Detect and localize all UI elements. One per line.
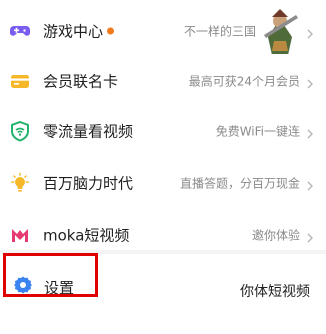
menu-item-subtitle: 不一样的三国 <box>183 24 256 39</box>
menu-item-subtitle: 免费WiFi一键连 <box>215 124 300 139</box>
chevron-right-icon <box>304 125 316 139</box>
menu-item-game-center[interactable]: 游戏中心 不一样的三国 <box>0 4 326 58</box>
menu-item-title: 会员联名卡 <box>43 72 119 91</box>
menu-item-zero-data-video[interactable]: 零流量看视频 免费WiFi一键连 <box>0 104 326 158</box>
watermark-text: 你体短视频 <box>240 284 310 300</box>
menu-item-member-card[interactable]: 会员联名卡 最高可获24个月会员 <box>0 54 326 108</box>
game-character-avatar <box>258 7 302 55</box>
card-icon <box>9 70 31 92</box>
highlight-box <box>3 253 98 297</box>
wifi-shield-icon <box>9 120 31 142</box>
menu-item-title: moka短视频 <box>43 226 130 245</box>
chevron-right-icon <box>304 229 316 243</box>
menu-item-title: 游戏中心 <box>43 21 115 42</box>
menu-item-subtitle: 邀你体验 <box>251 228 300 243</box>
menu-item-subtitle: 最高可获24个月会员 <box>188 74 300 89</box>
menu-item-subtitle: 直播答题，分百万现金 <box>179 176 300 191</box>
moka-logo-icon <box>9 224 31 246</box>
lightbulb-icon <box>9 172 31 194</box>
chevron-right-icon <box>304 25 316 39</box>
menu-item-million-brainpower[interactable]: 百万脑力时代 直播答题，分百万现金 <box>0 156 326 210</box>
chevron-right-icon <box>304 177 316 191</box>
menu-item-title: 百万脑力时代 <box>43 174 134 193</box>
game-controller-icon <box>9 20 31 42</box>
menu-item-title: 零流量看视频 <box>43 122 134 141</box>
notification-dot <box>107 27 115 35</box>
chevron-right-icon <box>304 75 316 89</box>
